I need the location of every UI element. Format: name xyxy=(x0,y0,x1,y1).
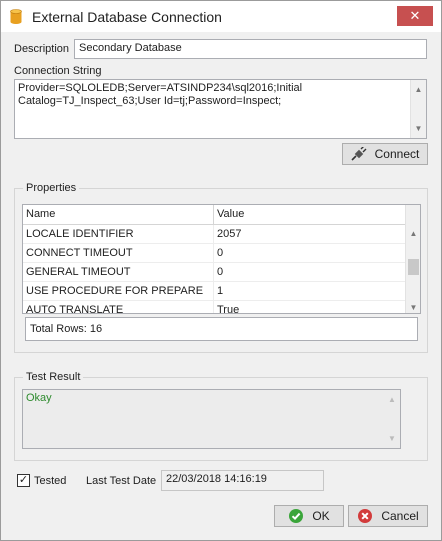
table-row[interactable]: LOCALE IDENTIFIER 2057 xyxy=(23,225,405,244)
connection-string-line-2: Catalog=TJ_Inspect_63;User Id=tj;Passwor… xyxy=(18,95,282,107)
column-header-name[interactable]: Name xyxy=(23,205,213,224)
plug-icon xyxy=(351,147,367,161)
close-button[interactable]: ✕ xyxy=(397,6,433,26)
scrollbar-thumb[interactable] xyxy=(408,259,419,275)
row-value[interactable]: 1 xyxy=(214,282,404,301)
scroll-up-arrow[interactable]: ▲ xyxy=(411,83,426,96)
table-row[interactable]: CONNECT TIMEOUT 0 xyxy=(23,244,405,263)
total-rows-footer: Total Rows: 16 xyxy=(25,317,418,341)
table-row[interactable]: AUTO TRANSLATE True xyxy=(23,301,405,314)
description-input[interactable]: Secondary Database xyxy=(74,39,427,59)
connection-string-label: Connection String xyxy=(14,65,102,77)
cancel-circle-icon xyxy=(358,509,373,523)
last-test-date-field: 22/03/2018 14:16:19 xyxy=(161,470,324,491)
column-header-value[interactable]: Value xyxy=(214,205,404,224)
test-result-text: Okay xyxy=(26,392,52,404)
scroll-down-arrow[interactable]: ▼ xyxy=(411,122,426,135)
ok-button-label: OK xyxy=(312,509,330,523)
properties-grid[interactable]: Name Value LOCALE IDENTIFIER 2057 CONNEC… xyxy=(22,204,421,314)
title-bar: External Database Connection ✕ xyxy=(1,1,441,32)
grid-header: Name Value xyxy=(23,205,405,225)
test-result-legend: Test Result xyxy=(26,371,81,383)
connect-button-label: Connect xyxy=(374,147,420,161)
connection-string-input[interactable]: Provider=SQLOLEDB;Server=ATSINDP234\sql2… xyxy=(14,79,427,139)
close-icon: ✕ xyxy=(409,8,421,23)
description-label: Description xyxy=(14,43,70,55)
scroll-down-arrow[interactable]: ▼ xyxy=(384,432,400,445)
scroll-down-arrow[interactable]: ▼ xyxy=(406,303,420,312)
row-name: LOCALE IDENTIFIER xyxy=(26,228,134,240)
tested-label: Tested xyxy=(34,475,67,487)
table-row[interactable]: GENERAL TIMEOUT 0 xyxy=(23,263,405,282)
row-value[interactable]: 0 xyxy=(214,263,404,282)
scroll-up-arrow[interactable]: ▲ xyxy=(406,229,420,238)
properties-legend: Properties xyxy=(26,182,77,194)
properties-scrollbar[interactable]: ▲ ▼ xyxy=(405,205,420,313)
check-icon: ✓ xyxy=(18,474,29,486)
last-test-date-label: Last Test Date xyxy=(86,475,157,487)
connect-button[interactable]: Connect xyxy=(342,143,428,165)
row-name: GENERAL TIMEOUT xyxy=(26,266,131,278)
row-name: AUTO TRANSLATE xyxy=(26,304,124,314)
window-title: External Database Connection xyxy=(32,9,222,25)
check-circle-icon xyxy=(289,509,304,523)
row-name: CONNECT TIMEOUT xyxy=(26,247,133,259)
scroll-up-arrow[interactable]: ▲ xyxy=(384,393,400,406)
database-icon xyxy=(10,9,22,24)
row-value[interactable]: 2057 xyxy=(214,225,404,244)
cancel-button-label: Cancel xyxy=(381,509,419,523)
connection-string-line-1: Provider=SQLOLEDB;Server=ATSINDP234\sql2… xyxy=(18,82,303,94)
test-result-output[interactable]: Okay ▲ ▼ xyxy=(22,389,401,449)
ok-button[interactable]: OK xyxy=(274,505,344,527)
row-value[interactable]: True xyxy=(214,301,404,313)
test-result-scrollbar[interactable]: ▲ ▼ xyxy=(384,390,400,448)
connection-string-scrollbar[interactable]: ▲ ▼ xyxy=(410,80,426,138)
row-name: USE PROCEDURE FOR PREPARE xyxy=(26,285,204,297)
cancel-button[interactable]: Cancel xyxy=(348,505,428,527)
row-value[interactable]: 0 xyxy=(214,244,404,263)
dialog-window: External Database Connection ✕ Descripti… xyxy=(0,0,442,541)
table-row[interactable]: USE PROCEDURE FOR PREPARE 1 xyxy=(23,282,405,301)
tested-checkbox[interactable]: ✓ xyxy=(17,474,30,487)
